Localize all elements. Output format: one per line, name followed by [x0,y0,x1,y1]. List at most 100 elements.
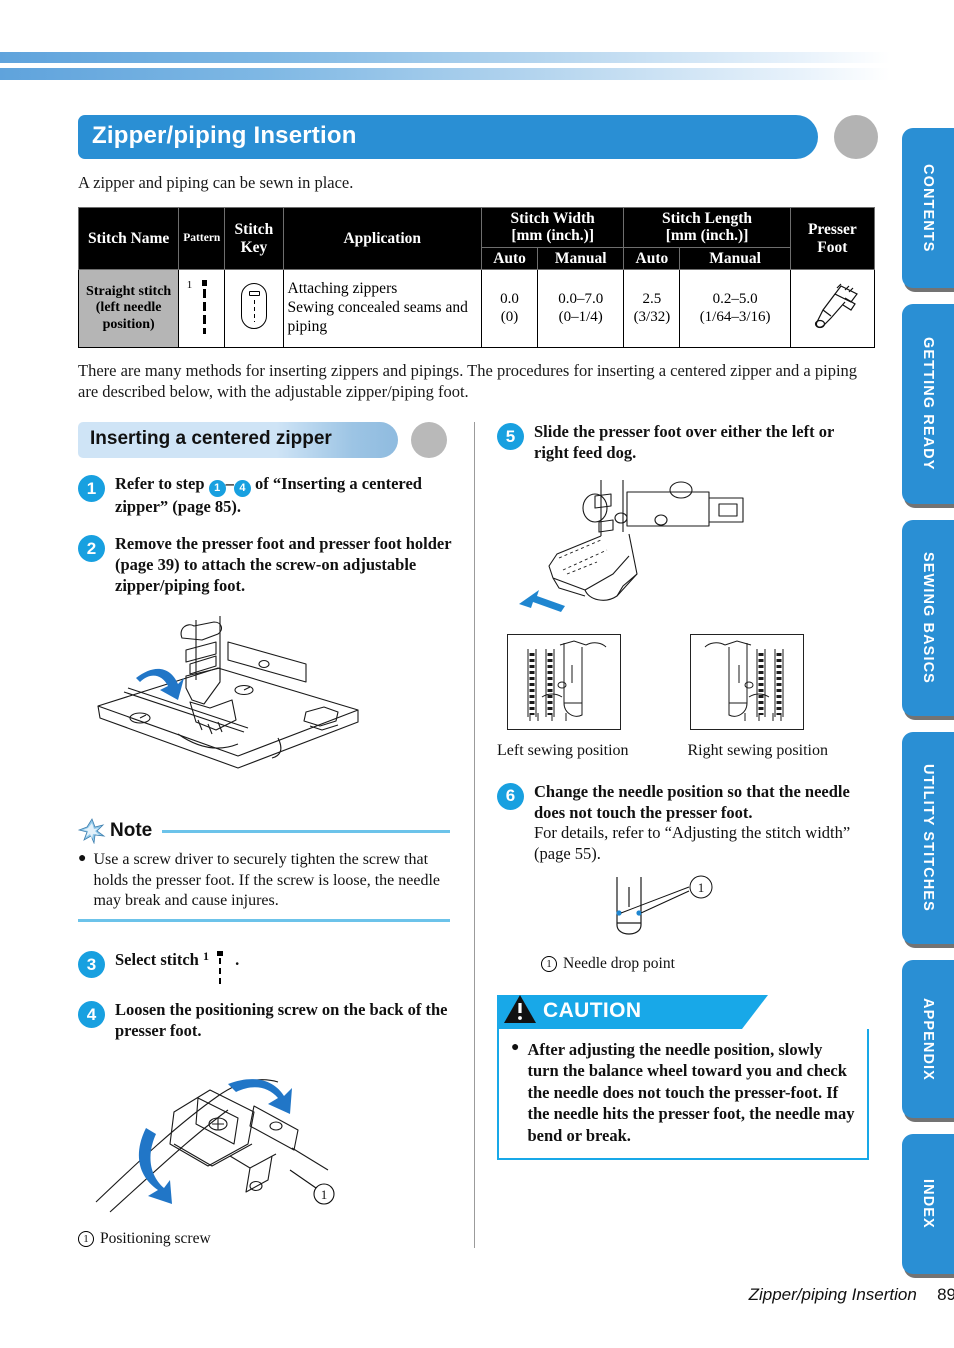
circled-number-icon: 1 [78,1230,94,1247]
sidebar-item-sewing-basics[interactable]: SEWING BASICS [902,520,954,716]
caution-header: CAUTION [497,994,768,1029]
sidebar-item-getting-ready[interactable]: GETTING READY [902,304,954,504]
cell-presser-foot [789,269,876,349]
needle-drop-dot-right [636,910,642,916]
step-number-badge: 2 [78,535,105,563]
step-4-label: Loosen the positioning screw on the back… [115,1000,448,1041]
sewing-position-figures: Left sewing position Right sewing positi… [497,633,863,760]
page-footer: Zipper/piping Insertion 89 [78,1285,954,1305]
step-2: 2 Remove the presser foot and presser fo… [78,534,458,596]
step-6: 6 Change the needle position so that the… [497,782,862,865]
note-label: Note [110,820,153,842]
two-column-body: Inserting a centered zipper 1 Refer to s… [78,422,878,1248]
caption-positioning-screw: 1 Positioning screw [78,1230,458,1248]
inline-stitch-pattern-icon: 1 [203,949,231,989]
note-body: ● Use a screw driver to securely tighten… [78,850,450,911]
cell-width-manual: 0.0–7.0 (0–1/4) [537,269,625,349]
th-stitch-key-label: Stitch Key [234,221,274,256]
side-tab-navigation: CONTENTS GETTING READY SEWING BASICS UTI… [896,128,954,1290]
stitch-spec-table: Stitch Name Pattern Stitch Key Applicati… [77,206,876,349]
sidebar-item-label: CONTENTS [920,163,936,253]
body-paragraph: There are many methods for inserting zip… [78,361,858,402]
blue-arrow-icon-down [138,1127,172,1204]
stitch-pattern-icon: 1 [187,277,217,335]
sidebar-item-utility-stitches[interactable]: UTILITY STITCHES [902,732,954,944]
needle-drop-dot-left [616,910,622,916]
note-box: Note ● Use a screw driver to securely ti… [78,818,450,923]
page-content: Zipper/piping Insertion A zipper and pip… [77,0,954,1304]
step-3: 3 Select stitch 1 . [78,949,458,989]
stitch-key-dash [253,300,256,323]
length-manual-value: 0.2–5.0 [712,290,758,307]
illustration-attach-foot [78,606,458,792]
inline-pattern-cap [215,951,224,957]
caution-bullet-icon: ● [511,1039,520,1055]
caution-label: CAUTION [543,998,642,1022]
cell-length-manual: 0.2–5.0 (1/64–3/16) [679,269,791,349]
th-length-manual: Manual [679,246,791,271]
application-line-2: Sewing concealed seams and [287,299,468,317]
pattern-cap [199,280,209,287]
th-stitch-name: Stitch Name [77,206,180,271]
note-footer-rule [78,919,450,923]
th-length-auto: Auto [623,246,681,271]
caption-needle-drop-text: Needle drop point [563,954,675,972]
application-line-1: Attaching zippers [287,280,398,298]
th-pattern: Pattern [178,206,226,271]
step-number-badge: 6 [497,782,524,810]
caution-box: CAUTION ● After adjusting the needle pos… [497,994,869,1161]
stitch-key-tab [248,291,260,297]
left-column: Inserting a centered zipper 1 Refer to s… [78,422,474,1248]
th-stitch-key: Stitch Key [224,206,284,271]
th-presser-foot-l2: Foot [817,238,848,256]
th-application: Application [282,206,482,271]
figure-right-sewing-position: Right sewing position [680,633,863,760]
presser-foot-icon [815,283,859,329]
step-2-text: Remove the presser foot and presser foot… [115,534,458,596]
width-auto-value: 0.0 [500,290,519,307]
figure-frame-left [507,633,621,730]
th-width-manual: Manual [537,246,625,271]
blue-arrow-icon [136,669,184,701]
step-2-label: Remove the presser foot and presser foot… [115,534,452,595]
caption-positioning-screw-text: Positioning screw [100,1229,211,1247]
warning-triangle-icon [504,994,536,1023]
sidebar-item-label: UTILITY STITCHES [920,764,936,912]
step-5: 5 Slide the presser foot over either the… [497,422,862,464]
cell-pattern: 1 [178,269,226,349]
length-manual-inch: (1/64–3/16) [699,308,771,325]
width-manual-value: 0.0–7.0 [558,290,604,307]
length-auto-value: 2.5 [642,290,662,307]
blue-double-arrow-icon [519,589,565,612]
th-stitch-width-l2: [mm (inch.)] [511,227,594,245]
left-position-label: Left sewing position [497,741,629,759]
th-presser-foot: Presser Foot [789,206,876,271]
th-stitch-length-l1: Stitch Length [662,210,753,227]
section-heading: Inserting a centered zipper [90,428,332,450]
sidebar-item-index[interactable]: INDEX [902,1134,954,1274]
illustration-slide-foot [497,478,862,618]
inline-pattern-dash [218,958,222,989]
figure-frame-right [689,633,804,730]
sidebar-item-appendix[interactable]: APPENDIX [902,960,954,1118]
cell-length-auto: 2.5 (3/32) [623,269,681,349]
sidebar-item-contents[interactable]: CONTENTS [902,128,954,288]
page-number: 89 [937,1285,954,1304]
note-header: Note [78,818,450,845]
th-stitch-length: Stitch Length [mm (inch.)] [623,207,791,248]
caution-body: ● After adjusting the needle position, s… [497,1028,869,1161]
cell-stitch-key [224,269,284,349]
sidebar-item-label: GETTING READY [920,337,936,471]
circled-number-icon: 1 [541,955,557,972]
pattern-seg-2 [202,302,206,312]
note-rule [162,829,450,833]
step-5-text: Slide the presser foot over either the l… [534,422,862,464]
step-3-label: Select stitch [115,950,199,970]
table-row: Straight stitch (left needle position) 1 [77,269,876,349]
section-heading-banner: Inserting a centered zipper [78,422,454,459]
callout-1-number: 1 [321,1187,328,1202]
needle-callout-number: 1 [698,880,705,895]
step-4-text: Loosen the positioning screw on the back… [115,1000,458,1042]
sidebar-item-label: INDEX [920,1179,936,1229]
figure-left-sewing-position: Left sewing position [497,633,680,760]
